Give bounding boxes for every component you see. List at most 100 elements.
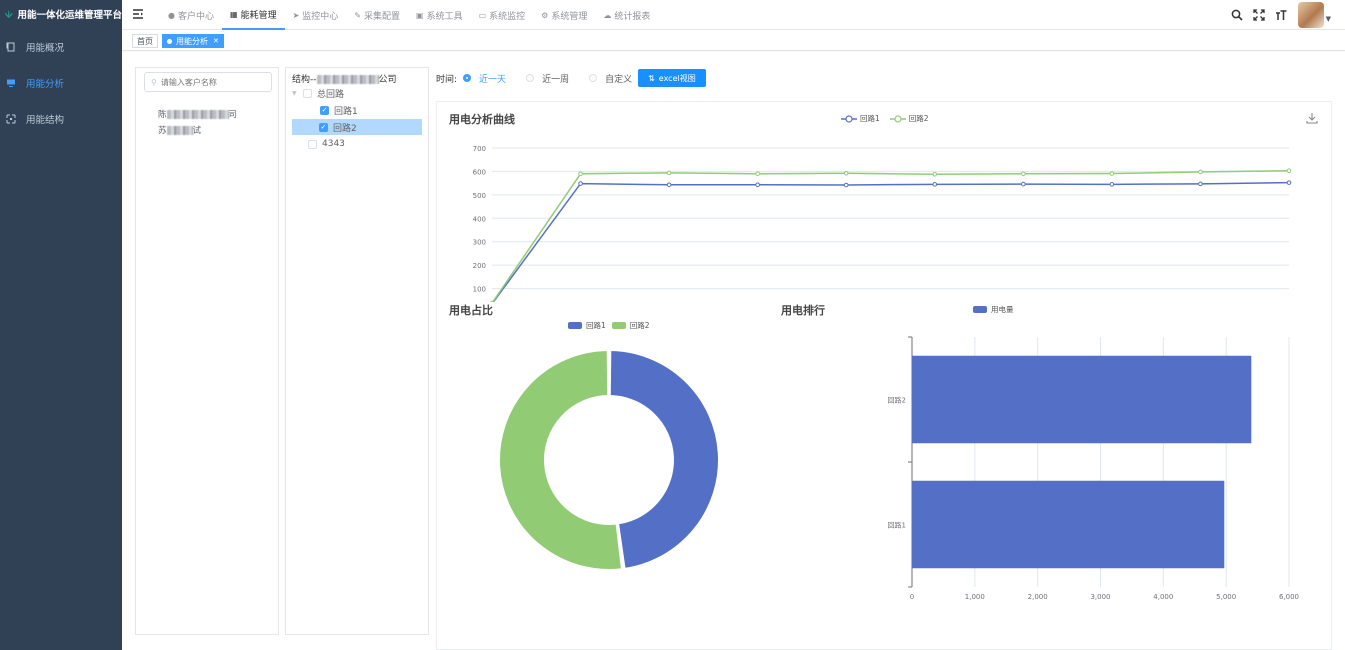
- tree-node-root[interactable]: ▼ 总回路: [292, 85, 344, 101]
- radio-circle: [589, 74, 598, 82]
- radio-circle: [526, 74, 535, 82]
- user-icon: ●: [168, 10, 175, 20]
- radio-last-week[interactable]: 近一周: [526, 72, 569, 85]
- nav-item-collect[interactable]: ✎ 采集配置: [346, 0, 408, 30]
- font-size-icon[interactable]: [1272, 6, 1290, 24]
- logo: 用能一体化运维管理平台: [0, 0, 122, 28]
- x-tick-label: 2,000: [1028, 593, 1048, 601]
- download-icon[interactable]: [1306, 112, 1318, 124]
- nav-item-sysmonitor[interactable]: ▭ 系统监控: [471, 0, 534, 30]
- link-icon: ⇅: [648, 73, 655, 83]
- data-point: [1109, 182, 1115, 187]
- y-tick-label: 200: [473, 262, 486, 270]
- legend-line-icon: [841, 114, 857, 123]
- tree-node-4343[interactable]: 4343: [308, 136, 345, 152]
- avatar[interactable]: [1297, 2, 1324, 28]
- series-line-1: [492, 181, 1290, 302]
- y-tick-label: 300: [473, 239, 486, 247]
- cloud-icon: ☁: [603, 10, 612, 20]
- nav-item-energy[interactable]: ▦ 能耗管理: [222, 0, 285, 30]
- nav-item-report[interactable]: ☁ 统计报表: [595, 0, 658, 30]
- checkbox-checked[interactable]: ✓: [319, 122, 328, 132]
- x-tick-label: 0: [910, 593, 914, 601]
- document-icon: [6, 42, 15, 52]
- customer-panel: ⚲ 陈司 苏试: [135, 67, 279, 635]
- legend-label: 回路2: [908, 114, 929, 123]
- y-tick-label: 回路1: [888, 521, 906, 530]
- pie-slice-1: [608, 348, 720, 571]
- radio-last-day[interactable]: 近一天: [463, 72, 506, 85]
- data-point: [1021, 171, 1026, 177]
- x-tick-label: 5,000: [1216, 593, 1236, 601]
- checkbox-checked[interactable]: ✓: [320, 105, 329, 115]
- close-icon[interactable]: ✕: [213, 37, 219, 45]
- data-point: [1198, 169, 1203, 175]
- x-tick-label: 1,000: [965, 593, 985, 601]
- customer-item[interactable]: 陈司: [158, 108, 237, 120]
- sidebar: 用能一体化运维管理平台 用能概况 用能分析 用能结构: [0, 0, 122, 650]
- caret-down-icon[interactable]: ▼: [292, 90, 298, 97]
- pie-chart: [498, 348, 720, 571]
- tree-node-loop2[interactable]: ✓ 回路2: [292, 119, 422, 135]
- checkbox[interactable]: [303, 88, 312, 98]
- tag-home[interactable]: 首页: [132, 34, 158, 48]
- data-point: [1109, 171, 1115, 176]
- legend-label: 回路2: [629, 321, 650, 330]
- nav-item-tools[interactable]: ▣ 系统工具: [408, 0, 471, 30]
- tree-title: 结构-- 公司: [292, 75, 397, 85]
- tag-current[interactable]: 用能分析 ✕: [162, 34, 224, 48]
- checkbox[interactable]: [308, 139, 317, 149]
- radio-circle: [463, 74, 472, 82]
- time-label: 时间:: [436, 74, 458, 85]
- x-tick-label: 6,000: [1279, 593, 1299, 601]
- top-navbar: ● 客户中心 ▦ 能耗管理 ➤ 监控中心 ✎ 采集配置 ▣ 系统工具 ▭ 系统监控 ⚙ 系统管…: [122, 0, 1345, 30]
- tree-node-loop1[interactable]: ✓ 回路1: [320, 102, 358, 118]
- fullscreen-icon[interactable]: [1250, 6, 1268, 24]
- sidebar-item-label: 用能概况: [26, 43, 65, 54]
- sidebar-item-overview[interactable]: 用能概况: [0, 29, 122, 65]
- sidebar-item-label: 用能结构: [26, 115, 65, 126]
- customer-search[interactable]: ⚲: [144, 72, 272, 92]
- bar-chart: 0 1,000 2,000 3,000 4,000 5,000 6,000 回路1 回路2: [888, 336, 1299, 601]
- excel-view-button[interactable]: ⇅ excel视图: [638, 69, 706, 87]
- app-title: 用能一体化运维管理平台: [17, 10, 122, 21]
- y-tick-label: 400: [473, 215, 486, 223]
- customer-search-input[interactable]: [160, 77, 261, 87]
- edit-icon: ✎: [354, 10, 361, 20]
- legend-label: 回路1: [860, 114, 880, 123]
- data-point: [1286, 168, 1292, 174]
- nav-item-customer[interactable]: ● 客户中心: [160, 0, 222, 30]
- bar-chart-legend: 用电量: [973, 304, 1014, 315]
- search-icon[interactable]: [1228, 6, 1246, 24]
- legend-swatch: [568, 322, 582, 329]
- chevron-down-icon[interactable]: ▼: [1326, 15, 1331, 23]
- line-chart: 01002003004005006007002022-04-12 00时2022…: [473, 145, 1292, 302]
- redacted-text: [166, 126, 193, 135]
- send-icon: ➤: [292, 10, 300, 20]
- data-point: [578, 171, 583, 177]
- legend-swatch: [611, 322, 626, 329]
- customer-item[interactable]: 苏试: [158, 124, 201, 136]
- sidebar-item-label: 用能分析: [26, 79, 65, 90]
- y-tick-label: 500: [473, 192, 486, 200]
- data-point: [932, 171, 938, 177]
- redacted-text: [316, 75, 379, 84]
- hamburger-icon[interactable]: [132, 8, 144, 20]
- sidebar-item-structure[interactable]: 用能结构: [0, 101, 122, 137]
- data-point: [1021, 181, 1026, 187]
- active-dot-icon: [167, 38, 172, 44]
- nav-item-sysmanage[interactable]: ⚙ 系统管理: [533, 0, 595, 30]
- search-icon: ⚲: [151, 77, 157, 87]
- data-point: [578, 181, 583, 186]
- monitor-icon: ▭: [478, 10, 487, 20]
- radio-custom[interactable]: 自定义: [589, 72, 632, 85]
- legend-swatch: [973, 306, 987, 313]
- sidebar-item-analysis[interactable]: 用能分析: [0, 65, 122, 101]
- x-tick-label: 3,000: [1090, 593, 1110, 601]
- y-tick-label: 600: [473, 168, 486, 176]
- bar-chart-title: 用电排行: [781, 304, 825, 317]
- data-point: [666, 170, 672, 176]
- nav-item-monitor[interactable]: ➤ 监控中心: [285, 0, 347, 30]
- grid-icon: ▦: [230, 9, 238, 19]
- legend-label: 回路1: [586, 321, 606, 330]
